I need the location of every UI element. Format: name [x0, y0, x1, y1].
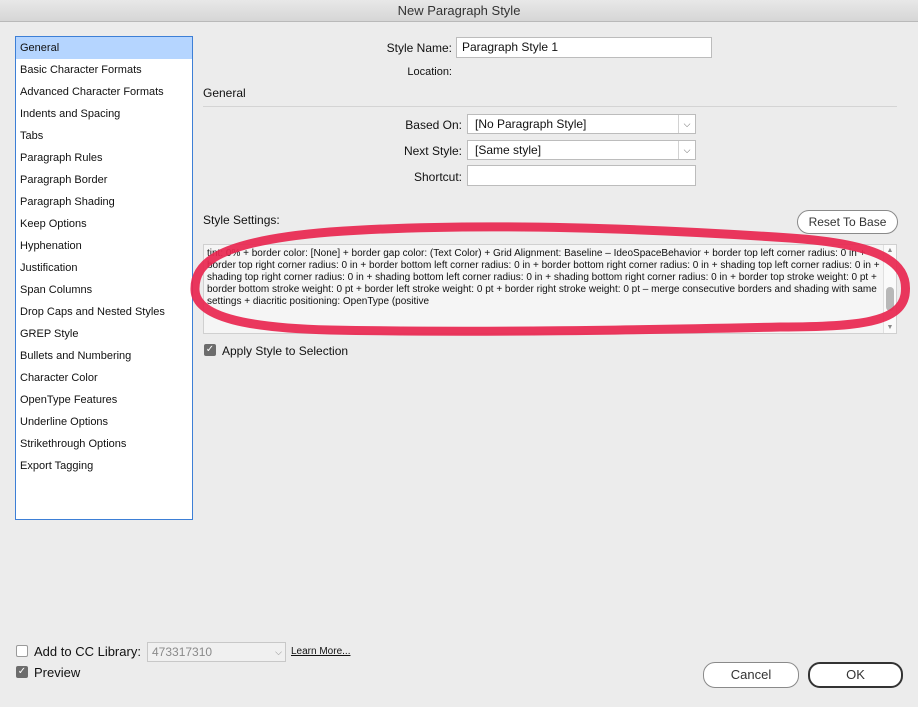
sidebar-item-tabs[interactable]: Tabs	[16, 125, 192, 147]
location-label: Location:	[407, 66, 452, 78]
section-title-general: General	[203, 86, 246, 100]
chevron-down-icon: ⌵	[678, 115, 695, 133]
style-settings-scrollbar[interactable]: ▲ ▼	[883, 245, 896, 333]
next-style-select[interactable]: [Same style] ⌵	[467, 140, 696, 160]
ok-button[interactable]: OK	[808, 662, 903, 688]
chevron-down-icon: ⌵	[678, 141, 695, 159]
shortcut-field[interactable]	[467, 165, 696, 186]
sidebar-item-advanced-character-formats[interactable]: Advanced Character Formats	[16, 81, 192, 103]
next-style-label: Next Style:	[403, 144, 462, 158]
cc-library-select[interactable]: 473317310 ⌵	[147, 642, 286, 662]
learn-more-link[interactable]: Learn More...	[291, 646, 350, 657]
style-name-field[interactable]: Paragraph Style 1	[456, 37, 712, 58]
cc-library-checkbox[interactable]	[16, 645, 28, 657]
apply-style-checkbox[interactable]: ✓	[204, 344, 216, 356]
sidebar-item-strikethrough-options[interactable]: Strikethrough Options	[16, 433, 192, 455]
based-on-value: [No Paragraph Style]	[475, 117, 587, 131]
sidebar-item-drop-caps[interactable]: Drop Caps and Nested Styles	[16, 301, 192, 323]
next-style-value: [Same style]	[475, 143, 542, 157]
sidebar-item-keep-options[interactable]: Keep Options	[16, 213, 192, 235]
sidebar-item-span-columns[interactable]: Span Columns	[16, 279, 192, 301]
style-settings-text: tint: 0% + border color: [None] + border…	[207, 248, 880, 307]
sidebar-item-paragraph-rules[interactable]: Paragraph Rules	[16, 147, 192, 169]
apply-style-label: Apply Style to Selection	[222, 344, 349, 358]
sidebar-item-hyphenation[interactable]: Hyphenation	[16, 235, 192, 257]
chevron-down-icon: ⌵	[275, 647, 282, 657]
sidebar-item-grep-style[interactable]: GREP Style	[16, 323, 192, 345]
sidebar-item-paragraph-border[interactable]: Paragraph Border	[16, 169, 192, 191]
sidebar-item-justification[interactable]: Justification	[16, 257, 192, 279]
sidebar-item-basic-character-formats[interactable]: Basic Character Formats	[16, 59, 192, 81]
window-title: New Paragraph Style	[0, 0, 918, 22]
section-divider	[203, 106, 897, 107]
sidebar-item-export-tagging[interactable]: Export Tagging	[16, 455, 192, 477]
preview-checkbox[interactable]: ✓	[16, 666, 28, 678]
style-settings-label: Style Settings:	[203, 213, 280, 227]
cancel-button[interactable]: Cancel	[703, 662, 799, 688]
preview-label: Preview	[34, 665, 81, 680]
sidebar-item-general[interactable]: General	[16, 37, 192, 59]
sidebar-item-bullets-and-numbering[interactable]: Bullets and Numbering	[16, 345, 192, 367]
based-on-label: Based On:	[405, 118, 462, 132]
sidebar-item-character-color[interactable]: Character Color	[16, 367, 192, 389]
sidebar-item-opentype-features[interactable]: OpenType Features	[16, 389, 192, 411]
style-name-label: Style Name:	[386, 41, 452, 55]
category-list: General Basic Character Formats Advanced…	[15, 36, 193, 520]
sidebar-item-paragraph-shading[interactable]: Paragraph Shading	[16, 191, 192, 213]
reset-to-base-button[interactable]: Reset To Base	[797, 210, 898, 234]
scroll-up-icon[interactable]: ▲	[884, 247, 896, 254]
sidebar-item-underline-options[interactable]: Underline Options	[16, 411, 192, 433]
scrollbar-thumb[interactable]	[886, 287, 894, 311]
cc-library-value: 473317310	[152, 645, 213, 659]
based-on-select[interactable]: [No Paragraph Style] ⌵	[467, 114, 696, 134]
sidebar-item-indents-and-spacing[interactable]: Indents and Spacing	[16, 103, 192, 125]
shortcut-label: Shortcut:	[413, 170, 462, 184]
cc-library-label: Add to CC Library:	[34, 644, 141, 659]
style-settings-textarea[interactable]: tint: 0% + border color: [None] + border…	[203, 244, 897, 334]
scroll-down-icon[interactable]: ▼	[884, 324, 896, 331]
